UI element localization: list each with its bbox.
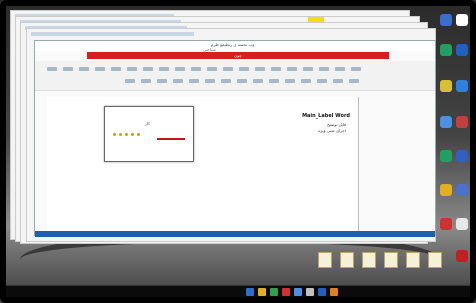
- ribbon-button[interactable]: [287, 67, 297, 71]
- ribbon-button[interactable]: [351, 67, 361, 71]
- red-bar-label: چون: [234, 53, 242, 58]
- ribbon-toolbar[interactable]: [35, 61, 435, 91]
- format-button[interactable]: [189, 79, 199, 83]
- file-icon[interactable]: [428, 252, 442, 268]
- format-button[interactable]: [301, 79, 311, 83]
- format-button[interactable]: [205, 79, 215, 83]
- file-icon[interactable]: [384, 252, 398, 268]
- embedded-label: کار: [145, 121, 151, 126]
- format-button[interactable]: [221, 79, 231, 83]
- taskbar[interactable]: [6, 285, 470, 297]
- desktop-app-icon[interactable]: [440, 150, 452, 162]
- ribbon-button[interactable]: [223, 67, 233, 71]
- dot-marker: [131, 133, 134, 136]
- ribbon-button[interactable]: [271, 67, 281, 71]
- desktop-app-icon[interactable]: [440, 44, 452, 56]
- ribbon-button[interactable]: [239, 67, 249, 71]
- format-button[interactable]: [349, 79, 359, 83]
- ribbon-button[interactable]: [159, 67, 169, 71]
- ribbon-button[interactable]: [95, 67, 105, 71]
- ribbon-button[interactable]: [63, 67, 73, 71]
- document-heading: Main_Label Word: [302, 113, 350, 119]
- taskbar-app-icon[interactable]: [330, 288, 338, 296]
- desktop-app-icon[interactable]: [456, 14, 468, 26]
- ribbon-button[interactable]: [255, 67, 265, 71]
- bullet-item: اجرای متنی ویژه: [318, 128, 346, 133]
- desktop-app-icon[interactable]: [440, 184, 452, 196]
- desktop-app-icon[interactable]: [456, 250, 468, 262]
- desktop-app-icon[interactable]: [456, 44, 468, 56]
- title-strip: وب نخسه ی رتطیمغ ظرم شناحتی: [35, 41, 435, 52]
- desktop-app-icon[interactable]: [456, 150, 468, 162]
- ribbon-button[interactable]: [191, 67, 201, 71]
- format-button[interactable]: [333, 79, 343, 83]
- desktop-app-icon[interactable]: [456, 218, 468, 230]
- format-button[interactable]: [317, 79, 327, 83]
- ribbon-button[interactable]: [143, 67, 153, 71]
- format-button[interactable]: [125, 79, 135, 83]
- taskbar-app-icon[interactable]: [246, 288, 254, 296]
- file-icon[interactable]: [362, 252, 376, 268]
- status-bar: [35, 231, 435, 237]
- dot-marker: [119, 133, 122, 136]
- file-icon[interactable]: [340, 252, 354, 268]
- file-icon[interactable]: [318, 252, 332, 268]
- desktop-app-icon[interactable]: [456, 116, 468, 128]
- desktop-app-icon[interactable]: [456, 80, 468, 92]
- ribbon-button[interactable]: [319, 67, 329, 71]
- desktop-app-icon[interactable]: [440, 116, 452, 128]
- ribbon-button[interactable]: [175, 67, 185, 71]
- bullet-item: فایل توضیح: [327, 122, 346, 127]
- taskbar-app-icon[interactable]: [318, 288, 326, 296]
- ribbon-tabs[interactable]: [47, 67, 361, 73]
- taskbar-app-icon[interactable]: [258, 288, 266, 296]
- embedded-image-box[interactable]: کار: [104, 106, 194, 162]
- ribbon-button[interactable]: [207, 67, 217, 71]
- ribbon-button[interactable]: [303, 67, 313, 71]
- document-title: وب نخسه ی رتطیمغ ظرم: [211, 42, 255, 47]
- desktop-background: وب نخسه ی رتطیمغ ظرم شناحتی چون Main_Lab…: [0, 0, 476, 303]
- format-button[interactable]: [173, 79, 183, 83]
- format-button[interactable]: [141, 79, 151, 83]
- desktop-app-icon[interactable]: [440, 218, 452, 230]
- desktop-app-icon[interactable]: [440, 14, 452, 26]
- format-button[interactable]: [269, 79, 279, 83]
- format-button[interactable]: [157, 79, 167, 83]
- taskbar-app-icon[interactable]: [282, 288, 290, 296]
- word-document-window[interactable]: وب نخسه ی رتطیمغ ظرم شناحتی چون Main_Lab…: [34, 40, 436, 237]
- file-icon[interactable]: [406, 252, 420, 268]
- taskbar-app-icon[interactable]: [270, 288, 278, 296]
- ribbon-button[interactable]: [79, 67, 89, 71]
- ribbon-button[interactable]: [111, 67, 121, 71]
- dot-marker: [125, 133, 128, 136]
- format-button[interactable]: [237, 79, 247, 83]
- highlight-marker: [308, 17, 324, 22]
- dot-marker: [113, 133, 116, 136]
- format-button[interactable]: [253, 79, 263, 83]
- ribbon-button[interactable]: [335, 67, 345, 71]
- red-header-bar: چون: [87, 52, 389, 59]
- taskbar-app-icon[interactable]: [294, 288, 302, 296]
- ribbon-button[interactable]: [47, 67, 57, 71]
- desktop-app-icon[interactable]: [456, 184, 468, 196]
- taskbar-app-icon[interactable]: [306, 288, 314, 296]
- ribbon-format-row[interactable]: [125, 79, 359, 85]
- embedded-red-line: [157, 138, 185, 140]
- dot-marker: [137, 133, 140, 136]
- ribbon-button[interactable]: [127, 67, 137, 71]
- desktop-app-icon[interactable]: [440, 80, 452, 92]
- format-button[interactable]: [285, 79, 295, 83]
- document-page[interactable]: Main_Label Word فایل توضیح اجرای متنی وی…: [47, 97, 359, 235]
